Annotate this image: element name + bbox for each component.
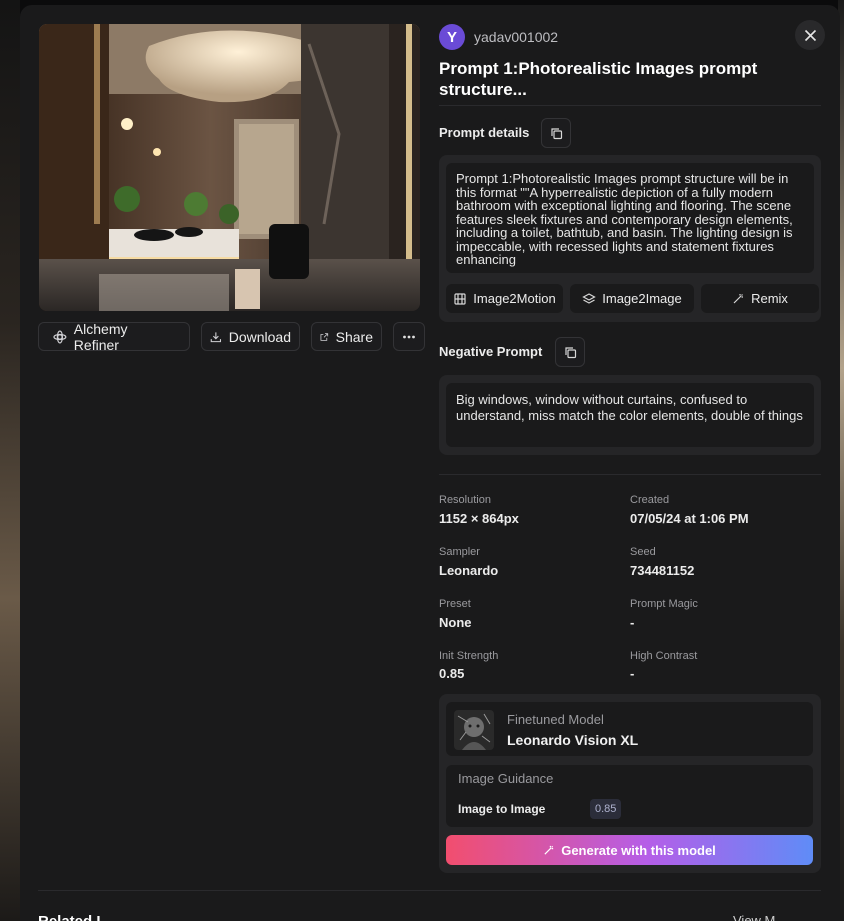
generate-with-model-button[interactable]: Generate with this model (446, 835, 813, 865)
model-section: Finetuned Model Leonardo Vision XL Image… (439, 694, 821, 873)
magic-wand-icon (733, 294, 744, 304)
prompt-magic-label: Prompt Magic (630, 598, 698, 610)
alchemy-refiner-label: Alchemy Refiner (73, 320, 128, 353)
created-label: Created (630, 494, 670, 506)
download-button[interactable]: Download (201, 322, 300, 351)
resolution-value: 1152 × 864px (439, 511, 519, 526)
image2motion-label: Image2Motion (473, 291, 556, 306)
view-more-link[interactable]: View M... (733, 913, 786, 921)
seed-label: Seed (630, 546, 656, 558)
avatar[interactable]: Y (439, 24, 465, 50)
negative-prompt-text[interactable]: Big windows, window without curtains, co… (456, 392, 804, 423)
init-strength-value: 0.85 (439, 666, 465, 681)
share-label: Share (335, 328, 373, 345)
image2motion-button[interactable]: Image2Motion (446, 284, 563, 313)
resolution-label: Resolution (439, 494, 491, 506)
model-thumbnail (454, 710, 494, 750)
image2image-button[interactable]: Image2Image (570, 284, 694, 313)
init-strength-label: Init Strength (439, 650, 499, 662)
copy-negative-button[interactable] (555, 337, 585, 367)
prompt-panel: Prompt 1:Photorealistic Images prompt st… (439, 155, 821, 322)
created-value: 07/05/24 at 1:06 PM (630, 511, 749, 526)
generated-image[interactable] (39, 24, 420, 311)
download-label: Download (228, 328, 291, 345)
page-title: Prompt 1:Photorealistic Images prompt st… (439, 59, 758, 99)
image-guidance-title: Image Guidance (458, 771, 554, 786)
sampler-label: Sampler (439, 546, 480, 558)
negative-panel: Big windows, window without curtains, co… (439, 375, 821, 455)
divider (38, 890, 821, 891)
sampler-value: Leonardo (439, 563, 499, 578)
seed-value[interactable]: 734481152 (630, 563, 694, 578)
image-actions: Alchemy Refiner Download Share (38, 320, 425, 353)
negative-prompt-label: Negative Prompt (439, 344, 543, 359)
related-images-title: Related I... (38, 913, 113, 921)
divider (439, 105, 821, 106)
preset-label: Preset (439, 598, 471, 610)
finetuned-model-card[interactable]: Finetuned Model Leonardo Vision XL (446, 702, 813, 756)
divider (439, 474, 821, 475)
prompt-magic-value: - (630, 615, 635, 630)
more-options-button[interactable] (393, 322, 425, 351)
copy-prompt-button[interactable] (541, 118, 571, 148)
close-button[interactable] (795, 20, 825, 50)
alchemy-refiner-button[interactable]: Alchemy Refiner (38, 320, 190, 353)
layers-icon (582, 292, 597, 304)
backdrop-left (0, 0, 20, 921)
username[interactable]: yadav001002 (474, 29, 558, 45)
copy-icon (550, 127, 562, 139)
motion-icon (454, 292, 466, 305)
copy-icon (564, 346, 576, 358)
high-contrast-value: - (630, 666, 635, 681)
image-guidance-type: Image to Image (458, 802, 546, 816)
ellipsis-icon (403, 335, 415, 338)
image2image-label: Image2Image (602, 291, 682, 306)
magic-wand-icon (544, 845, 554, 855)
prompt-text[interactable]: Prompt 1:Photorealistic Images prompt st… (456, 172, 804, 274)
close-icon (804, 29, 816, 41)
avatar-letter: Y (446, 28, 457, 46)
share-button[interactable]: Share (311, 322, 382, 351)
download-icon (210, 331, 222, 342)
creator-info: Y yadav001002 (439, 24, 558, 50)
prompt-tools: Image2Motion Image2Image Remix (446, 284, 819, 313)
generate-label: Generate with this model (561, 842, 716, 858)
prompt-box: Prompt 1:Photorealistic Images prompt st… (446, 163, 814, 273)
remix-label: Remix (751, 291, 788, 306)
image-guidance-card: Image Guidance Image to Image 0.85 (446, 765, 813, 827)
preset-value: None (439, 615, 472, 630)
negative-box: Big windows, window without curtains, co… (446, 383, 814, 447)
high-contrast-label: High Contrast (630, 650, 698, 662)
remix-button[interactable]: Remix (701, 284, 819, 313)
prompt-details-label: Prompt details (439, 125, 530, 140)
model-name: Leonardo Vision XL (507, 732, 639, 748)
alchemy-icon (53, 329, 67, 344)
image-guidance-strength: 0.85 (590, 799, 622, 819)
external-link-icon (320, 332, 329, 341)
finetuned-model-label: Finetuned Model (507, 712, 604, 727)
